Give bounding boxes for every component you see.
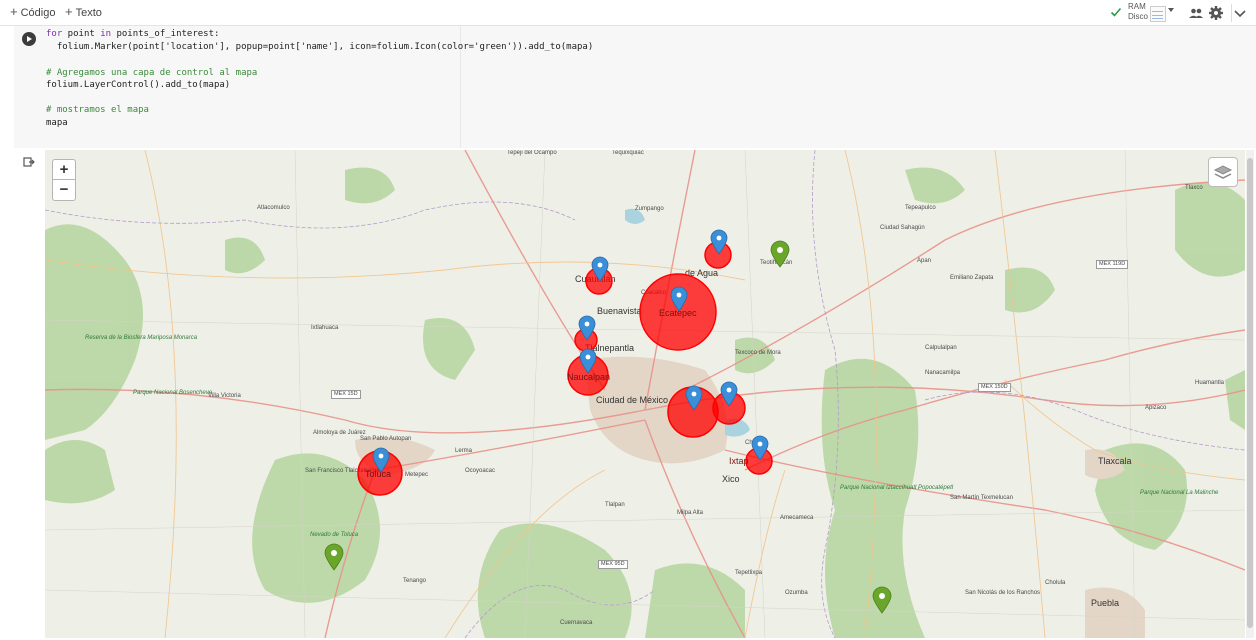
map-marker-blue[interactable] — [720, 381, 738, 407]
map-label-tepetlixpa: Tepetlixpa — [735, 570, 763, 576]
map-label-puebla: Puebla — [1091, 598, 1120, 608]
layers-icon — [1213, 165, 1233, 179]
code-line-1: for point in points_of_interest: — [46, 29, 220, 39]
map-label-huamantla: Huamantla — [1195, 380, 1225, 386]
map-label-milpa-alta: Milpa Alta — [677, 510, 704, 516]
map-label-tepeji: Tepeji del Ocampo — [507, 150, 557, 156]
map-label-ciudad-sahagun: Ciudad Sahagún — [880, 225, 925, 231]
map-marker-blue[interactable] — [591, 256, 609, 282]
people-icon[interactable] — [1188, 5, 1204, 21]
zoom-out-button[interactable]: − — [52, 179, 76, 201]
map-label-lerma: Lerma — [455, 448, 473, 454]
map-marker-blue[interactable] — [372, 447, 390, 473]
map-label-park-izta: Parque Nacional Iztaccíhuatl Popocatépet… — [840, 485, 954, 491]
map-marker-blue[interactable] — [670, 286, 688, 312]
code-comment-2: # mostramos el mapa — [46, 105, 149, 115]
map-label-apizaco: Apizaco — [1145, 405, 1167, 411]
map-label-cholula: Cholula — [1045, 580, 1066, 586]
map-label-atlacomulco: Atlacomulco — [257, 205, 290, 211]
map-marker-blue[interactable] — [579, 348, 597, 374]
map-label-park-mariposa: Reserva de la Biosfera Mariposa Monarca — [85, 335, 198, 341]
map-label-ocoyoacac: Ocoyoacac — [465, 468, 496, 474]
map-label-san-pablo: San Pablo Autopan — [360, 436, 412, 442]
layer-control-button[interactable] — [1208, 157, 1238, 187]
map-label-park-nevado: Nevado de Toluca — [310, 532, 359, 538]
map-label-texcoco: Texcoco de Mora — [735, 350, 781, 356]
map-label-ixtlahuaca: Ixtlahuaca — [311, 325, 339, 331]
code-line-4: mapa — [46, 118, 68, 128]
map-label-zumpango: Zumpango — [635, 206, 664, 212]
map-marker-blue[interactable] — [685, 385, 703, 411]
highway-shield: MEX 95D — [598, 560, 628, 569]
resources-dropdown-icon[interactable] — [1168, 8, 1174, 12]
map-marker-green[interactable] — [324, 543, 344, 571]
map-label-tlalpan: Tlalpan — [605, 502, 625, 508]
code-comment-1: # Agregamos una capa de control al mapa — [46, 68, 258, 78]
plus-icon: + — [65, 4, 73, 19]
resources-indicator[interactable]: RAM Disco — [1110, 2, 1168, 24]
add-text-label: Texto — [75, 7, 102, 19]
chevron-down-icon[interactable] — [1232, 5, 1248, 21]
output-actions-icon[interactable] — [23, 156, 35, 168]
map-label-apan: Apan — [917, 258, 932, 264]
map-label-park-bosencheve: Parque Nacional Bosencheve — [133, 390, 213, 396]
run-cell-button[interactable] — [22, 32, 36, 46]
toolbar: + Código + Texto RAM Disco — [0, 0, 1256, 26]
map-label-almoloya: Almoloya de Juárez — [313, 430, 366, 436]
map-marker-green[interactable] — [872, 586, 892, 614]
map-label-cdmx: Ciudad de México — [596, 395, 669, 405]
gear-icon[interactable] — [1208, 5, 1224, 21]
map-label-amecameca: Amecameca — [780, 515, 814, 521]
scrollbar-thumb[interactable] — [1247, 158, 1253, 628]
map-label-nanacamilpa: Nanacamilpa — [925, 370, 961, 376]
map-label-texmelucan: San Martín Texmelucan — [950, 495, 1013, 501]
folium-map[interactable]: Ciudad de México Buenavista Tlalnepantla… — [45, 150, 1245, 638]
add-code-button[interactable]: + Código — [10, 3, 55, 21]
map-marker-green[interactable] — [770, 240, 790, 268]
plus-icon: + — [10, 4, 18, 19]
map-label-san-nicolas: San Nicolás de los Ranchos — [965, 590, 1041, 596]
map-label-buenavista: Buenavista — [597, 306, 642, 316]
map-label-metepec: Metepec — [405, 472, 429, 478]
map-label-xico: Xico — [722, 474, 740, 484]
map-label-tequixquiac: Tequixquiac — [612, 150, 644, 156]
highway-shield: MEX 15D — [331, 390, 361, 399]
add-text-button[interactable]: + Texto — [65, 3, 102, 21]
map-label-coacalco: Coacalco — [641, 290, 667, 296]
code-line-2: folium.Marker(point['location'], popup=p… — [46, 42, 594, 52]
code-line-3: folium.LayerControl().add_to(mapa) — [46, 80, 231, 90]
check-icon — [1110, 7, 1122, 17]
highway-shield: MEX 150D — [978, 383, 1011, 392]
add-code-label: Código — [20, 7, 56, 19]
map-label-ozumba: Ozumba — [785, 590, 808, 596]
ram-label: RAM — [1128, 2, 1146, 11]
map-label-calpulalpan: Calpulalpan — [925, 345, 957, 351]
disk-label: Disco — [1128, 12, 1149, 21]
map-label-cuernavaca: Cuernavaca — [560, 620, 593, 626]
map-label-tlaxco: Tlaxco — [1185, 185, 1203, 191]
map-label-de-agua: de Agua — [685, 268, 719, 278]
map-label-park-malinche: Parque Nacional La Malinche — [1140, 490, 1219, 496]
map-marker-blue[interactable] — [751, 435, 769, 461]
map-label-tenango: Tenango — [403, 578, 427, 584]
map-marker-blue[interactable] — [710, 229, 728, 255]
map-label-tlaxcala: Tlaxcala — [1098, 456, 1132, 466]
map-marker-blue[interactable] — [578, 315, 596, 341]
map-label-villa-victoria: Villa Victoria — [208, 393, 241, 399]
map-label-emiliano-zapata: Emiliano Zapata — [950, 275, 994, 281]
ram-usage-graph — [1150, 6, 1166, 22]
highway-shield: MEX 119D — [1096, 260, 1129, 269]
map-label-tepeapulco: Tepeapulco — [905, 205, 936, 211]
zoom-in-button[interactable]: + — [52, 159, 76, 181]
circle-label-ixtapaluca: Ixtap — [729, 456, 749, 466]
